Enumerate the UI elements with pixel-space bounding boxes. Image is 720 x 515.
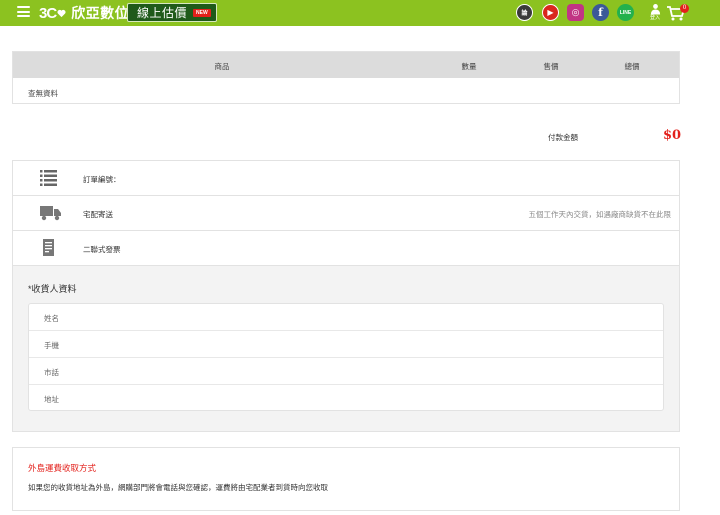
- order-number-row: 訂單編號：: [13, 161, 679, 196]
- mobile-field[interactable]: 手機: [29, 331, 663, 358]
- login-button[interactable]: 登入: [645, 3, 665, 23]
- phone-field-label: 市話: [44, 368, 59, 377]
- online-estimate-label: 線上估價: [137, 6, 188, 20]
- list-icon: [40, 170, 57, 186]
- facebook-icon-glyph: f: [598, 6, 603, 19]
- cart-count-badge: 0: [680, 4, 689, 13]
- user-icon: [650, 4, 660, 15]
- address-field[interactable]: 地址: [29, 385, 663, 412]
- phone-field[interactable]: 市話: [29, 358, 663, 385]
- top-navigation-bar: 3C 欣亞數位 線上估價 NEW 論 ▶ ◎ f LINE 登入 0: [0, 0, 720, 26]
- site-logo[interactable]: 3C 欣亞數位: [39, 4, 129, 22]
- name-field-label: 姓名: [44, 314, 59, 323]
- order-number-label: 訂單編號：: [83, 175, 121, 184]
- invoice-row: 二聯式發票: [13, 231, 679, 266]
- logo-mark: 3C: [39, 5, 66, 22]
- heart-icon: [57, 9, 66, 17]
- shipping-method-label: 宅配寄送: [83, 210, 113, 219]
- receiver-title: *收貨人資料: [28, 284, 77, 294]
- new-badge: NEW: [193, 8, 211, 17]
- forum-icon[interactable]: 論: [516, 4, 533, 21]
- online-estimate-button[interactable]: 線上估價 NEW: [127, 3, 217, 22]
- cart-empty-message: 查無資料: [28, 89, 58, 98]
- shipping-note: 五個工作天內交貨，如遇廠商缺貨不在此限: [528, 210, 672, 219]
- outer-island-title: 外島運費收取方式: [28, 463, 97, 473]
- receiver-form: 姓名 手機 市話 地址: [28, 303, 664, 411]
- line-icon-glyph: LINE: [619, 9, 632, 16]
- column-total: 總價: [624, 62, 640, 71]
- outer-island-text: 如果您的收貨地址為外島，網購部門將會電話與您確認，運費將由宅配業者到貨時向您收取: [28, 483, 328, 492]
- forum-icon-glyph: 論: [521, 11, 528, 17]
- instagram-icon-glyph: ◎: [571, 7, 580, 17]
- cart-table-header: 商品 數量 售價 總價: [13, 52, 679, 78]
- column-quantity: 數量: [461, 62, 477, 71]
- login-label: 登入: [649, 15, 660, 21]
- invoice-icon: [43, 239, 54, 256]
- facebook-icon[interactable]: f: [592, 4, 609, 21]
- name-field[interactable]: 姓名: [29, 304, 663, 331]
- truck-icon: [40, 206, 61, 221]
- line-icon[interactable]: LINE: [617, 4, 634, 21]
- shipping-row: 宅配寄送 五個工作天內交貨，如遇廠商缺貨不在此限: [13, 196, 679, 231]
- cart-table: 商品 數量 售價 總價 查無資料: [12, 51, 680, 104]
- mobile-field-label: 手機: [44, 341, 59, 350]
- invoice-type-label: 二聯式發票: [83, 245, 121, 254]
- youtube-icon[interactable]: ▶: [542, 4, 559, 21]
- instagram-icon[interactable]: ◎: [567, 4, 584, 21]
- payment-total-value: $0: [663, 128, 682, 143]
- address-field-label: 地址: [44, 395, 59, 404]
- menu-icon[interactable]: [17, 6, 30, 17]
- logo-mark-text: 3C: [39, 4, 57, 22]
- logo-text: 欣亞數位: [71, 5, 130, 21]
- order-info-panel: 訂單編號： 宅配寄送 五個工作天內交貨，如遇廠商缺貨不在此限 二聯式發票 *收貨…: [12, 160, 680, 432]
- youtube-icon-glyph: ▶: [547, 8, 554, 17]
- cart-button[interactable]: 0: [667, 4, 691, 22]
- payment-total-label: 付款金額: [548, 133, 578, 142]
- column-price: 售價: [543, 62, 559, 71]
- column-product: 商品: [214, 62, 230, 71]
- outer-island-shipping-panel: 外島運費收取方式 如果您的收貨地址為外島，網購部門將會電話與您確認，運費將由宅配…: [12, 447, 680, 511]
- receiver-section: *收貨人資料 姓名 手機 市話 地址: [13, 266, 679, 431]
